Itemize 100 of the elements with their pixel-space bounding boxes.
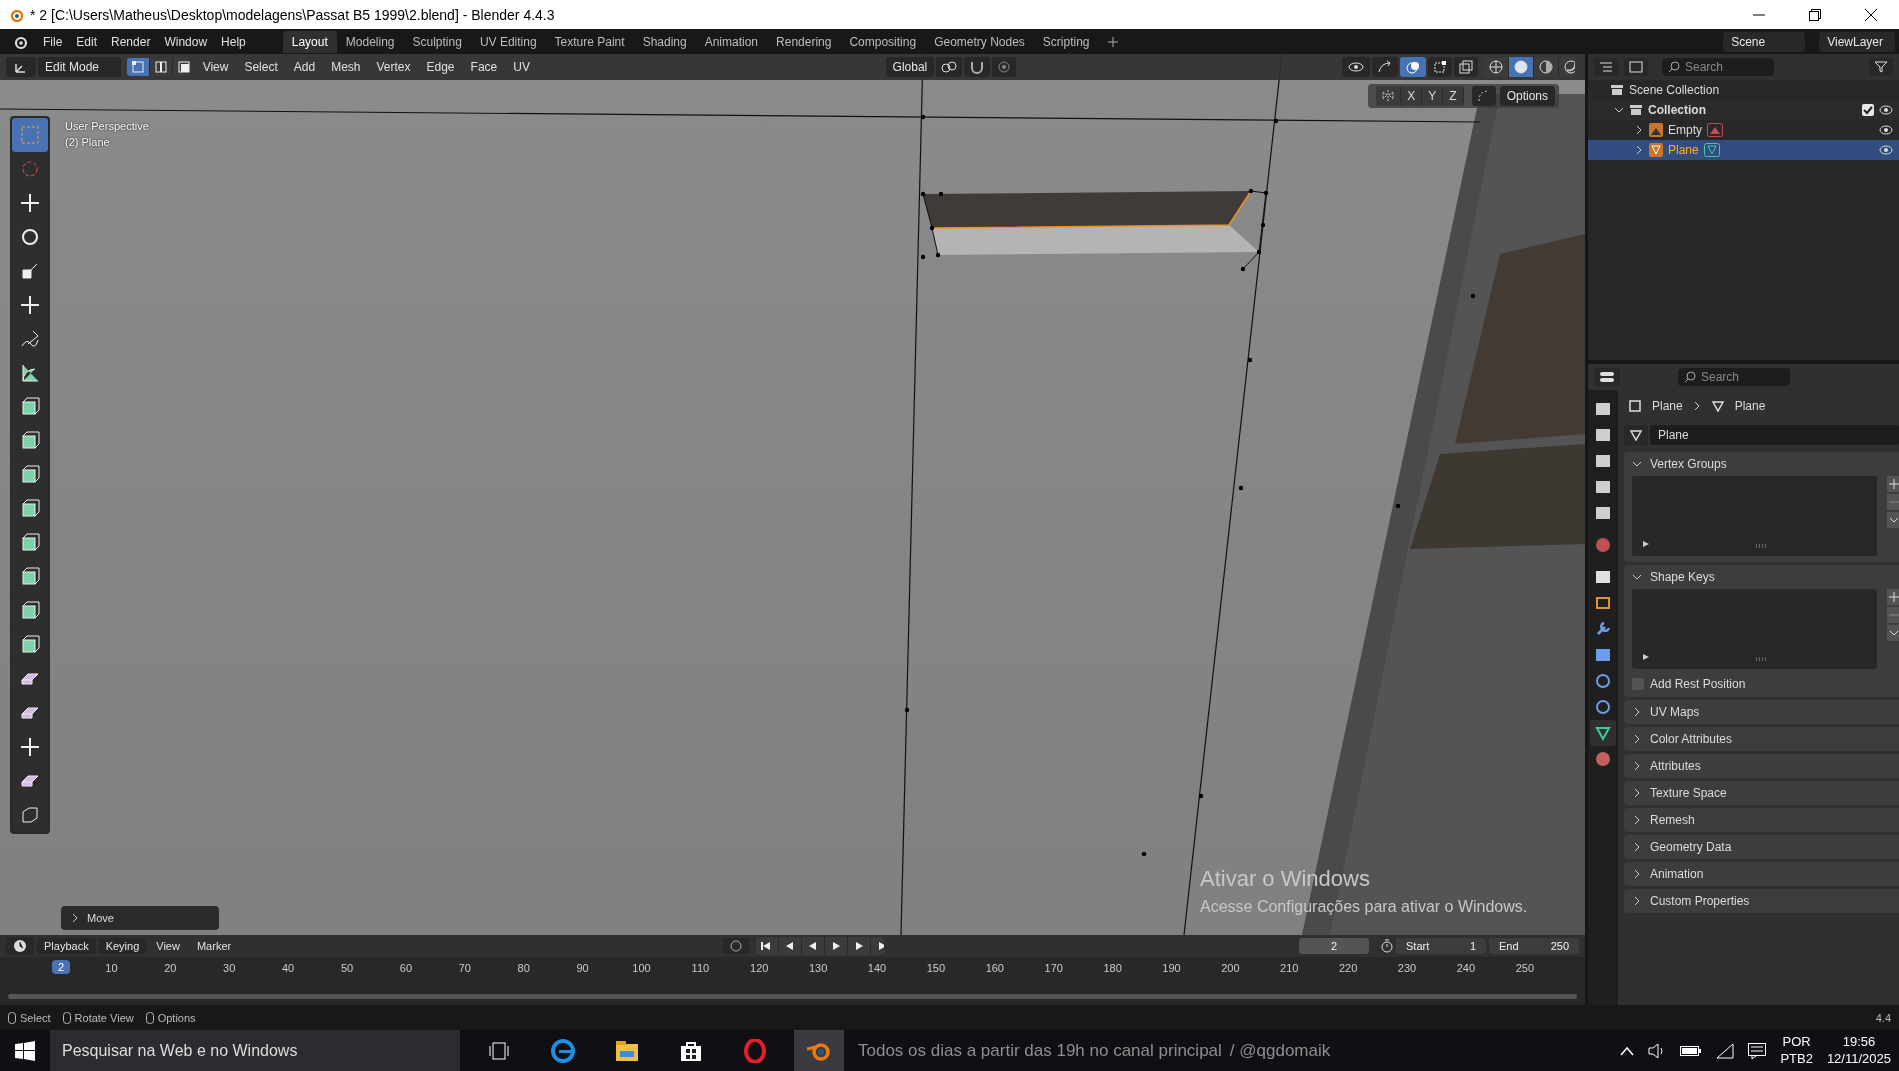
panel-header[interactable]: Custom Properties: [1624, 889, 1899, 913]
frame-number: 240: [1455, 962, 1477, 974]
frame-ruler[interactable]: 2 10 20 30 40 50 60 70 80 90 100 110 120 130 140 150 160 170 180 190 200 210 220 230 240 250: [0, 957, 1585, 979]
frame-number: 20: [163, 962, 178, 974]
field-value: 250: [1550, 940, 1569, 952]
frame-number: 60: [398, 962, 413, 974]
menu-item[interactable]: Mesh: [324, 57, 368, 77]
checkbox-label: Add Rest Position: [1650, 677, 1746, 691]
panel-header[interactable]: Texture Space: [1624, 781, 1899, 805]
item-label: Plane: [1668, 143, 1699, 157]
menu-item[interactable]: Vertex: [369, 57, 418, 77]
item-label: Empty: [1668, 123, 1702, 137]
panel-title: Texture Space: [1650, 786, 1727, 800]
axis-toggle[interactable]: X: [1401, 86, 1423, 106]
window-title: * 2 [C:\Users\Matheus\Desktop\modelagens\Passat B5 1999\2.blend] - Blender 4.4.3: [30, 6, 555, 23]
watermark-text: Acesse Configurações para ativar o Windows.: [1200, 898, 1528, 916]
clock-time: 19:56: [1842, 1033, 1876, 1051]
stream-handle-text: / @qgdomaik: [1229, 1040, 1331, 1061]
menu-item[interactable]: Add: [286, 57, 323, 77]
panel-header[interactable]: Color Attributes: [1624, 727, 1899, 751]
search-field[interactable]: Search: [1662, 58, 1774, 76]
axis-toggle[interactable]: Z: [1443, 86, 1464, 106]
workspace-tab[interactable]: Compositing: [840, 30, 926, 53]
menu-item[interactable]: Select: [237, 57, 285, 77]
view-layer-selector[interactable]: ViewLayer: [1819, 31, 1895, 52]
workspace-tab[interactable]: Scripting: [1033, 30, 1099, 53]
frame-number: 110: [690, 962, 711, 974]
mesh-name-field[interactable]: Plane: [1650, 425, 1899, 445]
version-label: 4.4: [1875, 1011, 1891, 1024]
operator-name: Move: [87, 912, 114, 924]
frame-number: 180: [1102, 962, 1123, 974]
keyboard-layout: PTB2: [1780, 1050, 1813, 1068]
taskbar-clock[interactable]: 19:56 12/11/2025: [1826, 1033, 1891, 1068]
menu-item[interactable]: UV: [506, 57, 537, 77]
menu-item[interactable]: Render: [104, 31, 158, 52]
panel-title: Geometry Data: [1650, 840, 1732, 854]
item-label: Collection: [1648, 103, 1706, 117]
workspace-tab[interactable]: Modeling: [336, 30, 404, 53]
panel-header[interactable]: Attributes: [1624, 754, 1899, 778]
last-operator-panel[interactable]: Move: [61, 906, 219, 930]
workspace-tab[interactable]: UV Editing: [470, 30, 546, 53]
outliner-item[interactable]: Scene Collection: [1588, 80, 1899, 100]
checkbox-row[interactable]: Add Rest Position: [1632, 669, 1899, 691]
workspace-tab[interactable]: Layout: [282, 30, 337, 53]
orientation-dropdown[interactable]: Global: [885, 57, 935, 77]
panel-header[interactable]: Animation: [1624, 862, 1899, 886]
workspace-tab[interactable]: Rendering: [767, 30, 841, 53]
menu-item[interactable]: Edit: [69, 31, 105, 52]
current-frame-field[interactable]: 2: [1299, 938, 1370, 954]
taskbar-search-field[interactable]: Pesquisar na Web e no Windows: [50, 1030, 460, 1071]
timeline-menu[interactable]: Playback: [37, 938, 96, 954]
menu-item[interactable]: Window: [157, 31, 215, 52]
current-frame-marker[interactable]: 2: [52, 960, 71, 974]
frame-number: 30: [222, 962, 237, 974]
axis-toggle[interactable]: Y: [1422, 86, 1444, 106]
frame-number: 250: [1514, 962, 1535, 974]
panel-header[interactable]: Remesh: [1624, 808, 1899, 832]
scene-selector[interactable]: Scene: [1723, 31, 1806, 52]
end-frame-field[interactable]: End 250: [1489, 938, 1579, 954]
menu-item[interactable]: Face: [463, 57, 505, 77]
frame-number: 230: [1396, 962, 1418, 974]
frame-number: 70: [457, 962, 472, 974]
panel-header[interactable]: Shape Keys: [1624, 565, 1899, 589]
frame-number: 40: [281, 962, 296, 974]
panel-header[interactable]: Geometry Data: [1624, 835, 1899, 859]
menu-item[interactable]: Edge: [419, 57, 462, 77]
frame-number: 220: [1337, 962, 1359, 974]
clock-date: 12/11/2025: [1826, 1050, 1891, 1068]
workspace-tab[interactable]: Shading: [633, 30, 696, 53]
frame-number: 10: [104, 962, 119, 974]
mode-dropdown[interactable]: Edit Mode: [38, 57, 122, 77]
frame-number: 170: [1043, 962, 1064, 974]
input-language-indicator[interactable]: POR PTB2: [1780, 1033, 1813, 1068]
status-hint: Options: [145, 1011, 196, 1024]
timeline-menu[interactable]: Marker: [189, 937, 239, 955]
timeline-menu[interactable]: Keying: [98, 938, 147, 954]
search-field[interactable]: Search: [1678, 368, 1790, 386]
watermark-title: Ativar o Windows: [1200, 866, 1370, 892]
field-label: Start: [1406, 940, 1430, 952]
options-dropdown[interactable]: Options: [1499, 86, 1555, 106]
frame-number: 210: [1279, 962, 1300, 974]
panel-title: Custom Properties: [1650, 894, 1750, 908]
panel-title: Vertex Groups: [1650, 457, 1727, 471]
workspace-tab[interactable]: Geometry Nodes: [925, 30, 1034, 53]
workspace-tab[interactable]: Sculpting: [403, 30, 471, 53]
frame-number: 200: [1220, 962, 1241, 974]
timeline-menu[interactable]: View: [149, 937, 187, 955]
panel-title: Color Attributes: [1650, 732, 1733, 746]
outliner-item[interactable]: Plane: [1588, 140, 1899, 160]
panel-header[interactable]: UV Maps: [1624, 700, 1899, 724]
language-code: POR: [1782, 1033, 1811, 1051]
menu-item[interactable]: View: [195, 57, 236, 77]
workspace-tab[interactable]: Texture Paint: [545, 30, 634, 53]
frame-number: 140: [866, 962, 888, 974]
frame-number: 130: [807, 962, 829, 974]
start-frame-field[interactable]: Start 1: [1396, 938, 1486, 954]
workspace-tab[interactable]: Animation: [695, 30, 768, 53]
menu-item[interactable]: File: [36, 31, 70, 52]
outliner-item[interactable]: Empty: [1588, 120, 1899, 140]
menu-item[interactable]: Help: [214, 31, 253, 52]
